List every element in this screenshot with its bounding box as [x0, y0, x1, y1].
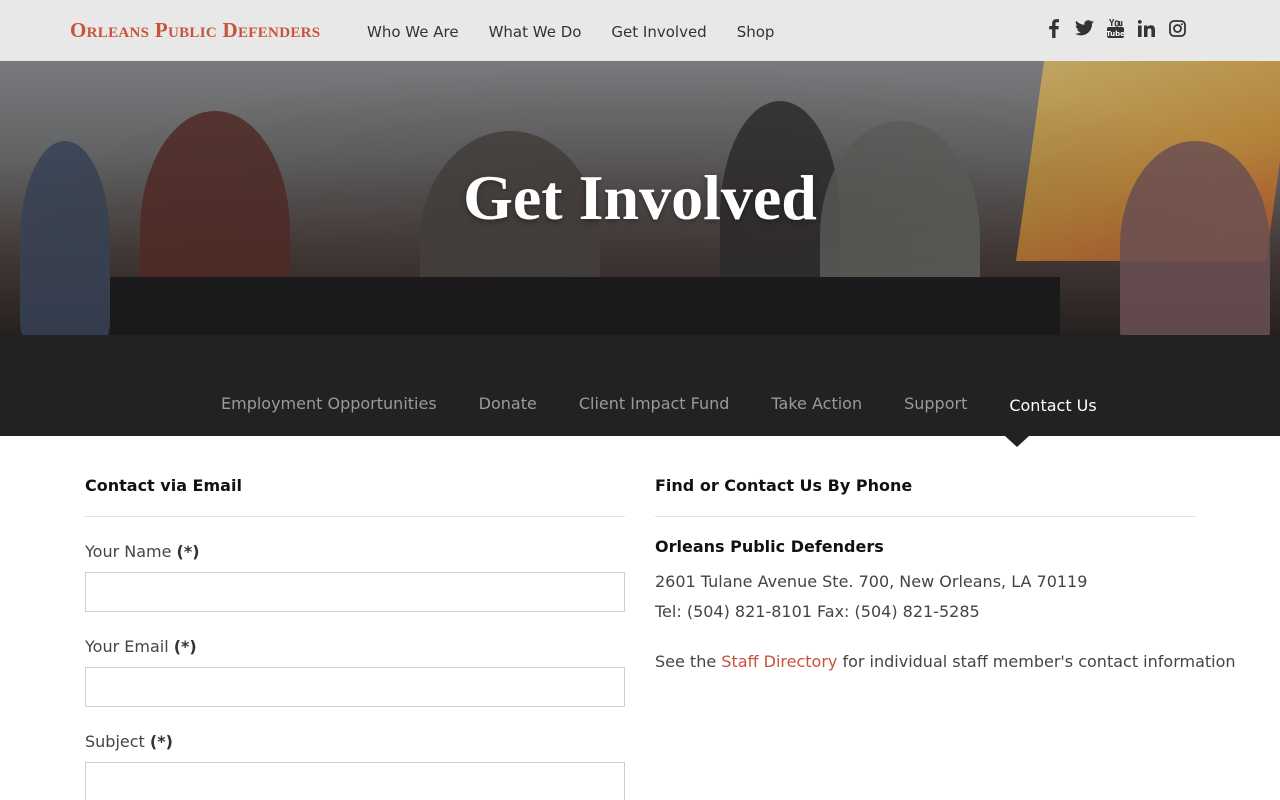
staff-note-prefix: See the — [655, 652, 722, 671]
subnav-support[interactable]: Support — [883, 394, 988, 414]
subnav-client-impact-fund[interactable]: Client Impact Fund — [558, 394, 751, 414]
staff-directory-link[interactable]: Staff Directory — [721, 652, 837, 671]
subnav-employment-opportunities[interactable]: Employment Opportunities — [200, 394, 458, 414]
address-text: 2601 Tulane Avenue Ste. 700, New Orleans… — [655, 572, 1088, 591]
linkedin-icon[interactable] — [1135, 14, 1158, 42]
name-label-text: Your Name — [85, 542, 172, 561]
site-logo[interactable]: Orleans Public Defenders — [70, 18, 320, 43]
page-title: Get Involved — [463, 162, 817, 233]
nav-get-involved[interactable]: Get Involved — [596, 21, 721, 43]
active-tab-indicator — [1005, 436, 1029, 447]
section-subnav: Employment Opportunities Donate Client I… — [0, 335, 1280, 436]
subject-label-text: Subject — [85, 732, 145, 751]
staff-note-suffix: for individual staff member's contact in… — [837, 652, 1236, 671]
nav-shop[interactable]: Shop — [722, 21, 790, 43]
twitter-icon[interactable] — [1073, 14, 1096, 42]
facebook-icon[interactable] — [1042, 14, 1065, 42]
phone-fax-text: Tel: (504) 821-8101 Fax: (504) 821-5285 — [655, 602, 980, 621]
youtube-icon[interactable]: Tube — [1104, 14, 1127, 42]
instagram-icon[interactable] — [1166, 14, 1189, 42]
email-field-label: Your Email (*) — [85, 637, 625, 657]
social-links: Tube — [1042, 14, 1189, 42]
required-marker: (*) — [149, 732, 173, 751]
name-input[interactable] — [85, 572, 625, 612]
svg-text:Tube: Tube — [1107, 30, 1124, 38]
subject-field-label: Subject (*) — [85, 732, 625, 752]
required-marker: (*) — [173, 637, 197, 656]
contact-phone-heading: Find or Contact Us By Phone — [655, 476, 1195, 517]
hero-banner: Get Involved — [0, 61, 1280, 335]
required-marker: (*) — [176, 542, 200, 561]
contact-email-heading: Contact via Email — [85, 476, 625, 517]
nav-what-we-do[interactable]: What We Do — [474, 21, 597, 43]
organization-name: Orleans Public Defenders — [655, 537, 884, 556]
name-field-label: Your Name (*) — [85, 542, 625, 562]
main-nav: Who We Are What We Do Get Involved Shop — [352, 21, 789, 43]
subnav-take-action[interactable]: Take Action — [750, 394, 883, 414]
staff-directory-note: See the Staff Directory for individual s… — [655, 652, 1236, 672]
subnav-donate[interactable]: Donate — [458, 394, 558, 414]
subnav-contact-us[interactable]: Contact Us — [988, 396, 1117, 416]
contact-form: Your Name (*) Your Email (*) Subject (*) — [85, 542, 625, 800]
site-header: Orleans Public Defenders Who We Are What… — [0, 0, 1280, 61]
subject-input[interactable] — [85, 762, 625, 800]
contact-phone-section: Find or Contact Us By Phone Orleans Publ… — [655, 476, 1236, 672]
contact-email-section: Contact via Email Your Name (*) Your Ema… — [85, 476, 625, 800]
nav-who-we-are[interactable]: Who We Are — [352, 21, 474, 43]
email-label-text: Your Email — [85, 637, 169, 656]
email-input[interactable] — [85, 667, 625, 707]
